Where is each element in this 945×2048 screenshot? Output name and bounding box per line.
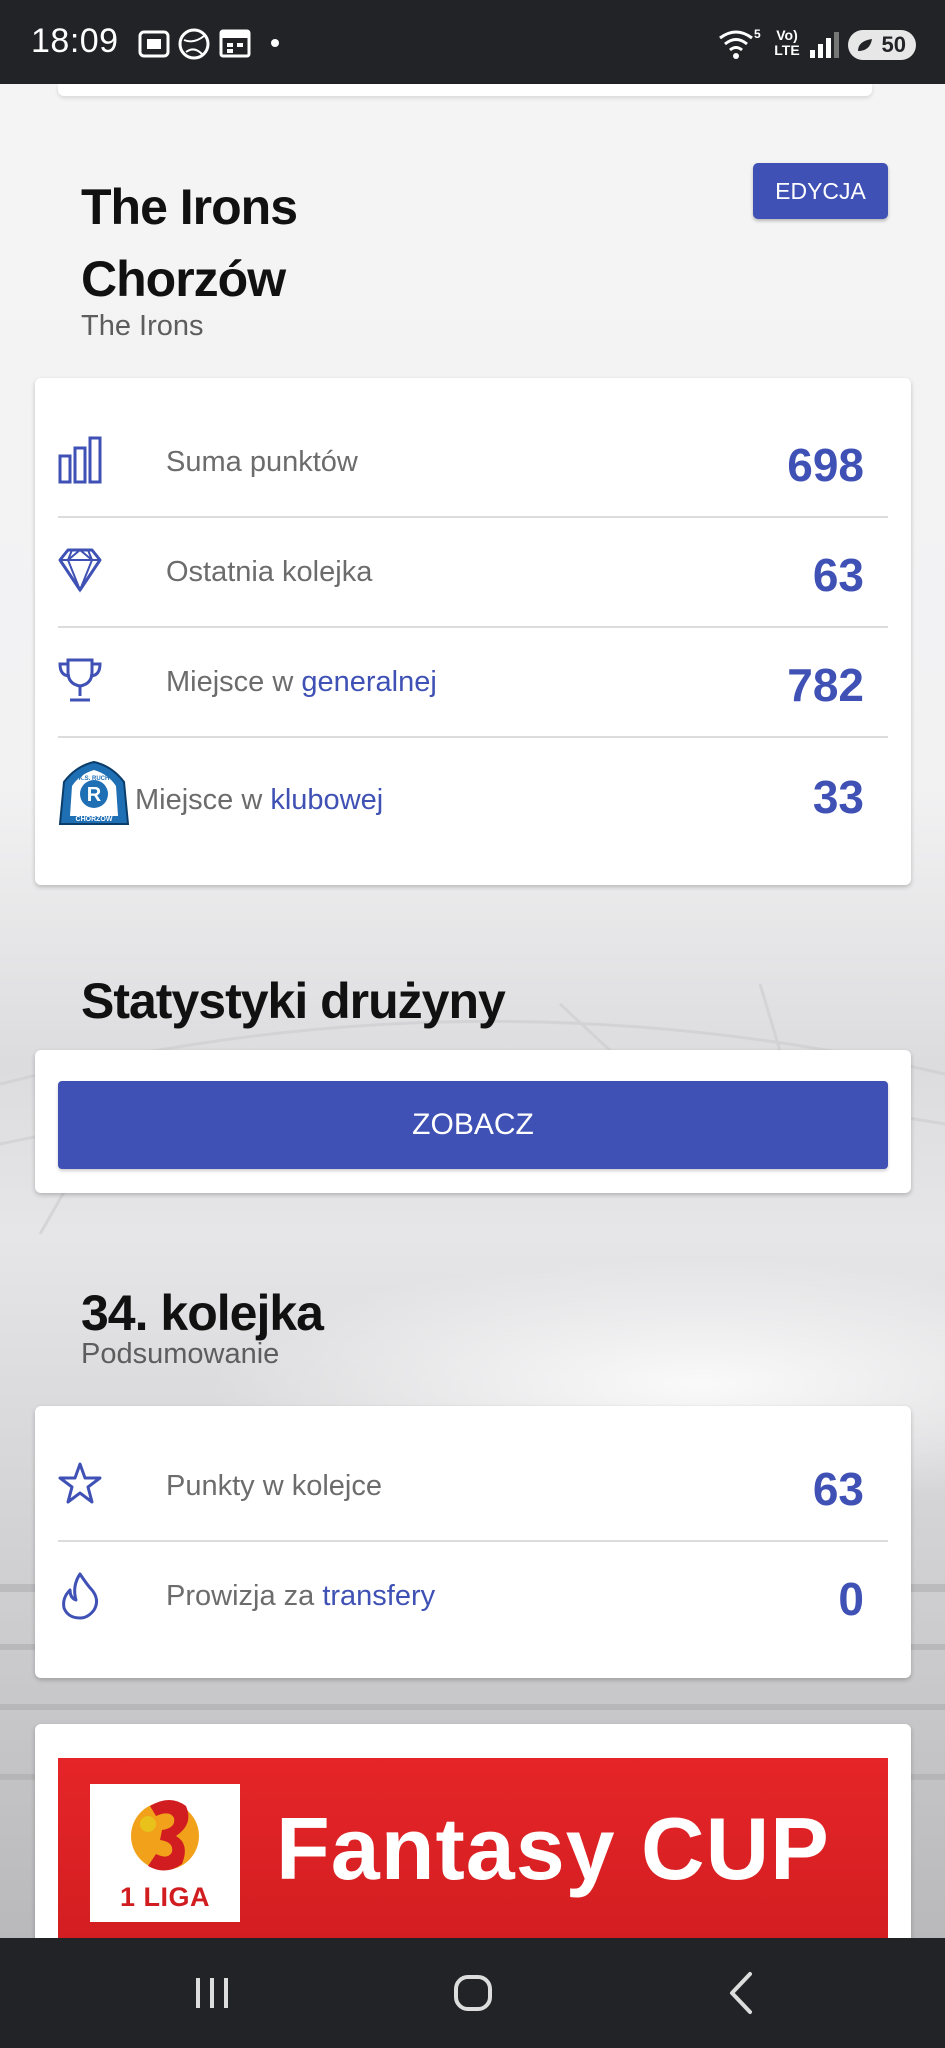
team-short-name: The Irons: [81, 310, 204, 342]
status-time: 18:09: [31, 22, 119, 60]
system-navigation-bar: [0, 1938, 945, 2048]
team-stats-card: ZOBACZ: [35, 1050, 911, 1193]
bar-chart-icon: [58, 436, 102, 484]
battery-indicator: 50: [848, 30, 916, 60]
round-row-transfer-fee[interactable]: Prowizja za transfery 0: [58, 1542, 888, 1652]
back-icon[interactable]: [720, 1968, 764, 2018]
svg-text:R: R: [87, 784, 102, 806]
transfers-link[interactable]: transfery: [322, 1580, 435, 1612]
club-ranking-link[interactable]: klubowej: [270, 784, 383, 816]
summary-value: 698: [787, 439, 864, 491]
svg-text:K.S. RUCH: K.S. RUCH: [79, 776, 110, 782]
team-summary-card: Suma punktów 698 Ostatnia kolejka 63 Mie…: [35, 378, 911, 885]
volte-indicator: Vo) LTE: [774, 27, 800, 58]
banner-title: Fantasy CUP: [276, 1799, 830, 1898]
summary-label: Miejsce w generalnej: [166, 666, 437, 698]
round-title: 34. kolejka: [81, 1285, 324, 1341]
league-logo-mark-icon: [131, 1800, 199, 1871]
summary-row-last-round: Ostatnia kolejka 63: [58, 518, 888, 628]
battery-level: 50: [881, 32, 906, 57]
summary-row-total-points: Suma punktów 698: [58, 408, 888, 518]
notification-dot-icon: [271, 39, 279, 47]
club-crest-icon: R CHORZÓW K.S. RUCH: [58, 760, 130, 825]
round-row-points: Punkty w kolejce 63: [58, 1432, 888, 1542]
round-value: 0: [838, 1573, 864, 1625]
flame-icon: [62, 1572, 99, 1620]
summary-label: Suma punktów: [166, 446, 358, 478]
round-summary-card: Punkty w kolejce 63 Prowizja za transfer…: [35, 1406, 911, 1678]
previous-card-edge: [58, 84, 872, 96]
see-stats-button[interactable]: ZOBACZ: [58, 1081, 888, 1169]
summary-value: 782: [787, 659, 864, 711]
summary-value: 33: [812, 771, 864, 823]
summary-row-general-rank[interactable]: Miejsce w generalnej 782: [58, 628, 888, 738]
ball-icon: [178, 28, 210, 60]
edit-button[interactable]: EDYCJA: [753, 163, 888, 219]
team-stats-title: Statystyki drużyny: [81, 973, 506, 1029]
summary-row-club-rank[interactable]: R CHORZÓW K.S. RUCH Miejsce w klubowej 3…: [58, 738, 888, 848]
team-name-line1: The Irons: [81, 179, 298, 235]
league-logo-text: 1 LIGA: [119, 1882, 210, 1912]
summary-label: Ostatnia kolejka: [166, 556, 373, 588]
home-icon[interactable]: [452, 1968, 496, 2018]
summary-label: Miejsce w klubowej: [135, 784, 384, 816]
battery-saver-icon: [858, 39, 872, 51]
fantasy-cup-banner[interactable]: 1 LIGA Fantasy CUP: [58, 1758, 888, 1958]
round-value: 63: [812, 1463, 864, 1515]
star-icon: [58, 1462, 102, 1504]
recent-apps-icon[interactable]: [190, 1968, 234, 2018]
summary-value: 63: [812, 549, 864, 601]
signal-icon: [810, 32, 839, 58]
trophy-icon: [58, 658, 102, 702]
team-name-line2: Chorzów: [81, 251, 286, 307]
screenshot-icon: [138, 30, 170, 58]
calendar-icon: [219, 29, 251, 58]
diamond-icon: [58, 548, 102, 593]
round-subtitle: Podsumowanie: [81, 1338, 280, 1370]
round-label: Prowizja za transfery: [166, 1580, 436, 1612]
wifi-badge: 5: [754, 27, 761, 41]
svg-text:CHORZÓW: CHORZÓW: [76, 814, 113, 823]
first-league-logo: 1 LIGA: [90, 1784, 240, 1922]
status-bar: 18:09 5 Vo) LTE 50: [0, 0, 945, 84]
general-ranking-link[interactable]: generalnej: [301, 666, 436, 698]
round-label: Punkty w kolejce: [166, 1470, 382, 1502]
wifi-icon: 5: [719, 27, 761, 59]
